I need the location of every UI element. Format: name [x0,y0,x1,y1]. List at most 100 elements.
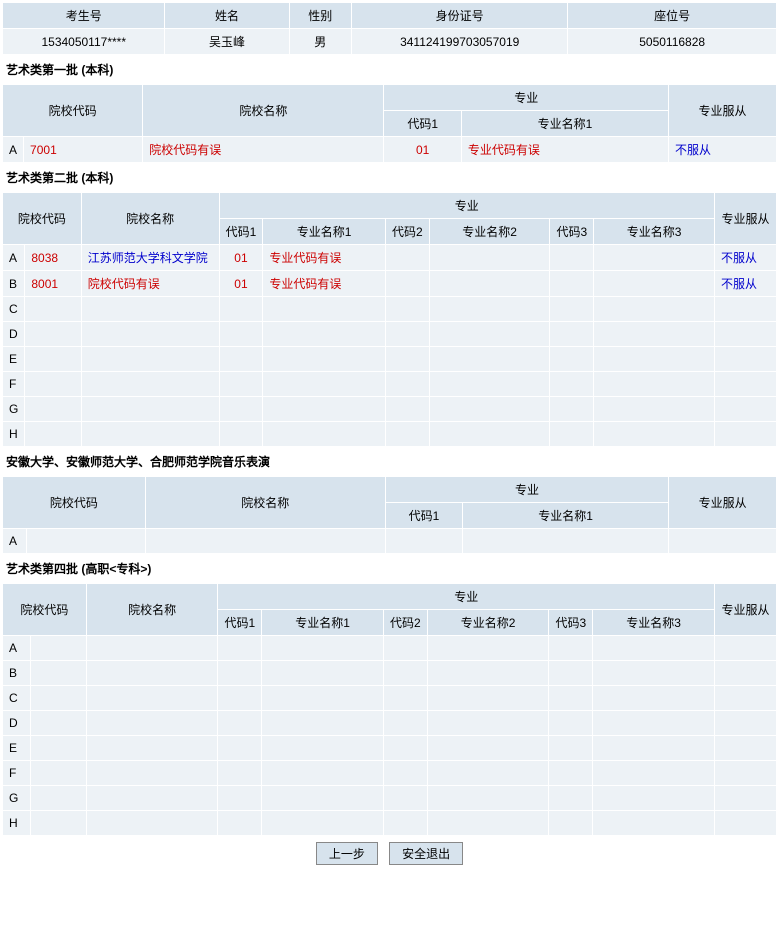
cell-schcode [27,529,145,553]
cell-obey: 不服从 [715,271,776,296]
cell-schcode: 8001 [25,271,80,296]
cell-name3 [593,636,714,660]
cell-code3 [549,686,592,710]
col-obey: 专业服从 [669,85,776,136]
cell-schname [146,529,385,553]
cell-code2 [386,397,429,421]
col-code1: 代码1 [220,219,263,244]
cell-code2 [386,271,429,296]
cell-name1 [262,686,383,710]
table-row: B [3,661,776,685]
col-name1: 专业名称1 [262,610,383,635]
cell-code1 [220,397,263,421]
cell-code1: 01 [384,137,460,162]
col-name1: 专业名称1 [463,503,668,528]
cell-name3 [594,322,714,346]
cell-name1: 专业代码有误 [263,271,385,296]
cell-name2 [430,322,550,346]
cell-name1 [262,636,383,660]
row-index: A [3,137,23,162]
cell-schcode [31,761,86,785]
cell-code2 [386,422,429,446]
val-seat: 5050116828 [568,29,776,54]
cell-name2 [428,661,549,685]
cell-name1 [263,372,385,396]
cell-name1 [263,422,385,446]
cell-code2 [384,786,427,810]
cell-code3 [550,245,593,270]
cell-name1 [262,811,383,835]
cell-name2 [428,736,549,760]
cell-code3 [549,811,592,835]
cell-code1 [218,761,261,785]
section2-table: 院校代码 院校名称 专业 专业服从 代码1 专业名称1 代码2 专业名称2 代码… [2,192,777,447]
cell-schname [87,636,218,660]
cell-code1 [220,347,263,371]
cell-name3 [594,347,714,371]
cell-code2 [386,372,429,396]
cell-code3 [550,422,593,446]
cell-name3 [593,736,714,760]
col-major-group: 专业 [384,85,668,110]
cell-name3 [593,786,714,810]
cell-schname: 院校代码有误 [143,137,383,162]
table-row: F [3,761,776,785]
col-idno: 身份证号 [352,3,567,28]
cell-name1 [262,736,383,760]
cell-code2 [384,761,427,785]
col-obey: 专业服从 [715,193,776,244]
exit-button[interactable]: 安全退出 [389,842,463,865]
cell-code1 [218,636,261,660]
cell-name2 [428,811,549,835]
cell-code1 [220,422,263,446]
cell-obey [715,422,776,446]
row-index: E [3,736,30,760]
cell-code1 [218,711,261,735]
cell-code1 [220,297,263,321]
section3-table: 院校代码 院校名称 专业 专业服从 代码1 专业名称1 A [2,476,777,554]
cell-obey: 不服从 [715,245,776,270]
section4-table: 院校代码 院校名称 专业 专业服从 代码1 专业名称1 代码2 专业名称2 代码… [2,583,777,836]
table-row: H [3,811,776,835]
cell-schname [87,661,218,685]
col-schcode: 院校代码 [3,477,145,528]
cell-schcode [31,736,86,760]
cell-obey [715,397,776,421]
cell-code2 [386,322,429,346]
col-code2: 代码2 [384,610,427,635]
col-schname: 院校名称 [82,193,219,244]
table-row: F [3,372,776,396]
cell-name2 [428,636,549,660]
cell-schcode [31,686,86,710]
cell-code3 [550,297,593,321]
cell-code3 [550,271,593,296]
cell-name2 [430,271,550,296]
col-schcode: 院校代码 [3,584,86,635]
col-major-group: 专业 [218,584,713,609]
col-schcode: 院校代码 [3,85,142,136]
cell-schname [82,347,219,371]
cell-code3 [550,397,593,421]
cell-schcode [31,636,86,660]
cell-name2 [430,245,550,270]
cell-obey [715,786,776,810]
row-index: E [3,347,24,371]
prev-button[interactable]: 上一步 [316,842,378,865]
cell-schcode [25,322,80,346]
val-examno: 1534050117**** [3,29,164,54]
cell-schname: 院校代码有误 [82,271,219,296]
cell-obey [715,686,776,710]
button-row: 上一步 安全退出 [2,836,777,871]
col-gender: 性别 [290,3,352,28]
cell-obey [715,711,776,735]
cell-code2 [384,736,427,760]
col-code1: 代码1 [384,111,460,136]
cell-name2 [430,297,550,321]
cell-schcode [25,297,80,321]
table-row: G [3,786,776,810]
cell-code1 [218,811,261,835]
section1-title: 艺术类第一批 (本科) [2,55,777,84]
section3-title: 安徽大学、安徽师范大学、合肥师范学院音乐表演 [2,447,777,476]
cell-code2 [384,636,427,660]
cell-code2 [386,245,429,270]
